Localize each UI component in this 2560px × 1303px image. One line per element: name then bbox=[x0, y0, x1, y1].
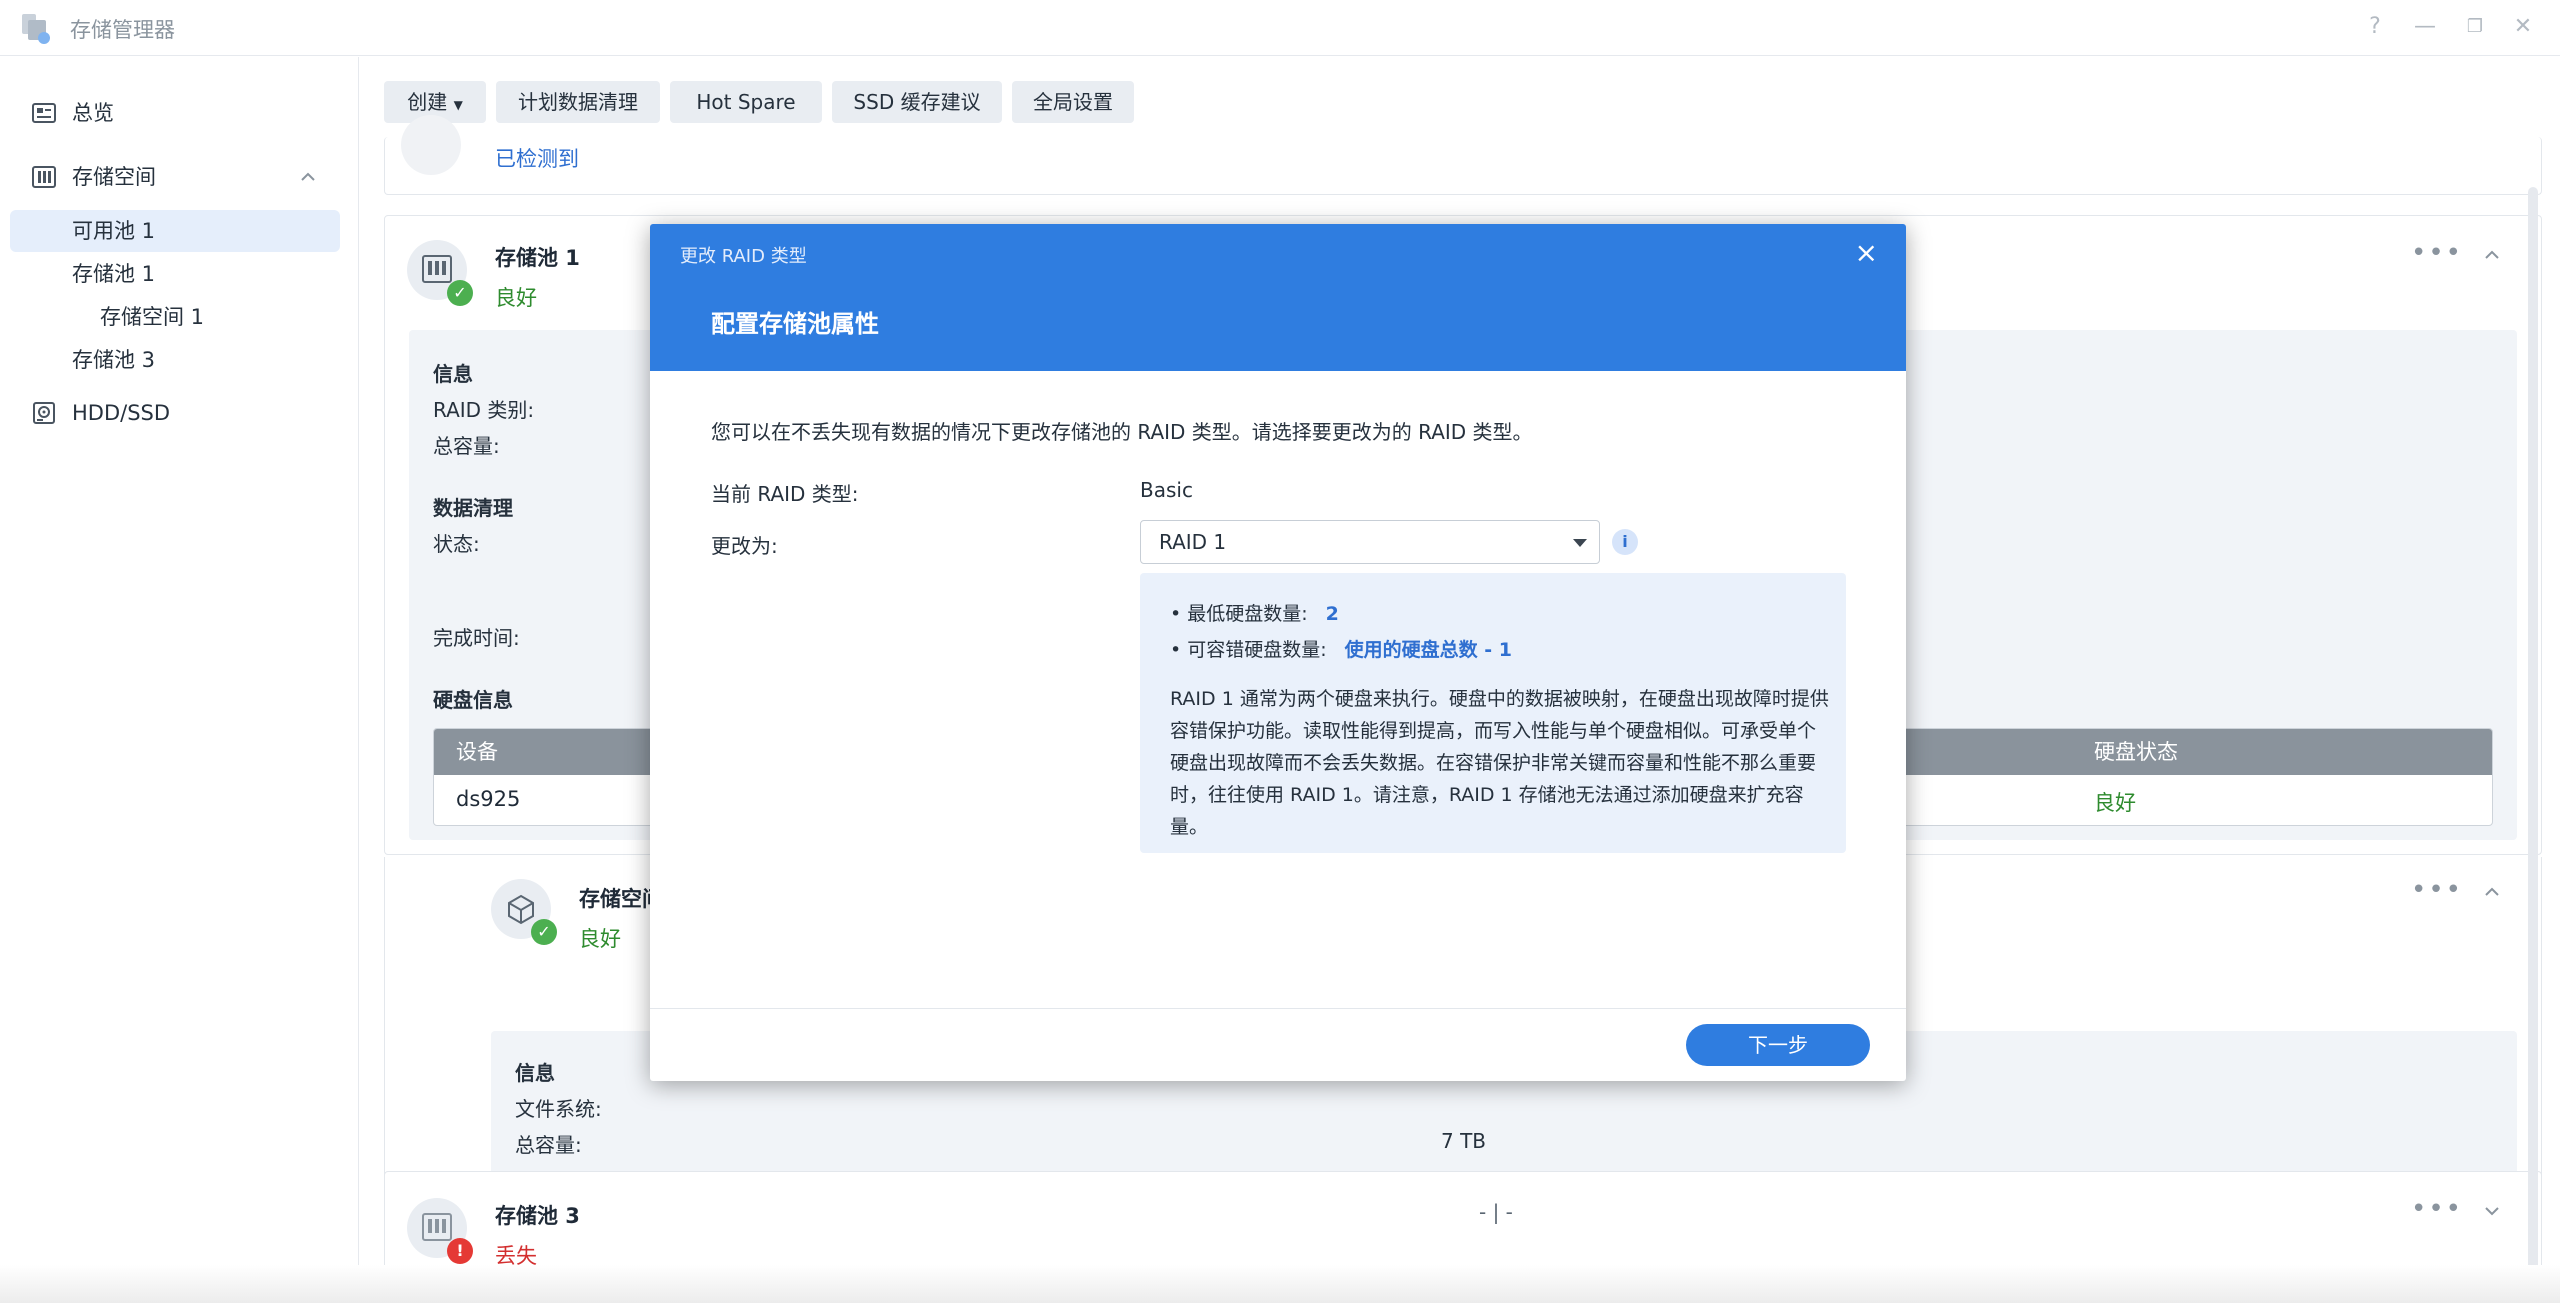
close-icon[interactable]: × bbox=[1855, 238, 1878, 268]
disk-info-heading: 硬盘信息 bbox=[433, 688, 513, 712]
min-disks-item: • 最低硬盘数量: 2 bbox=[1170, 603, 1339, 625]
detected-link[interactable]: 已检测到 bbox=[495, 143, 579, 173]
scrub-heading: 数据清理 bbox=[433, 496, 513, 520]
volume-1-status: 良好 bbox=[579, 927, 621, 951]
check-icon: ✓ bbox=[447, 280, 473, 306]
sidebar-item-volume-1[interactable]: 存储空间 1 bbox=[10, 296, 340, 338]
fault-tolerance-label: 可容错硬盘数量: bbox=[1187, 639, 1327, 661]
sidebar-item-label: HDD/SSD bbox=[72, 401, 171, 425]
sidebar-item-storage[interactable]: 存储空间 bbox=[10, 155, 340, 199]
pool-icon: ✓ bbox=[407, 240, 473, 306]
disk-status-cell: 良好 bbox=[2094, 791, 2136, 815]
pool-icon bbox=[401, 115, 461, 175]
capacity-value: 7 TB bbox=[1441, 1129, 1487, 1153]
change-to-label: 更改为: bbox=[711, 534, 778, 558]
sidebar-item-pool-1[interactable]: 存储池 1 bbox=[10, 253, 340, 295]
capacity-label: 总容量: bbox=[515, 1133, 582, 1157]
info-icon[interactable]: i bbox=[1612, 529, 1638, 555]
chevron-down-icon[interactable] bbox=[2481, 1200, 2503, 1222]
sidebar-item-label: 存储池 3 bbox=[72, 348, 156, 372]
available-pool-card: 已检测到 bbox=[384, 115, 2542, 195]
filesystem-label: 文件系统: bbox=[515, 1097, 602, 1121]
raid-type-select[interactable]: RAID 1 bbox=[1140, 520, 1600, 564]
chevron-up-icon[interactable] bbox=[2481, 244, 2503, 266]
fault-tolerance-item: • 可容错硬盘数量: 使用的硬盘总数 - 1 bbox=[1170, 639, 1512, 661]
pool-icon: ! bbox=[407, 1198, 473, 1264]
sidebar-item-label: 可用池 1 bbox=[72, 219, 156, 243]
raid-description: RAID 1 通常为两个硬盘来执行。硬盘中的数据被映射，在硬盘出现故障时提供容错… bbox=[1170, 688, 1829, 838]
raid-type-selected: RAID 1 bbox=[1159, 530, 1227, 554]
hot-spare-button[interactable]: Hot Spare bbox=[670, 81, 822, 123]
dialog-title: 更改 RAID 类型 bbox=[680, 246, 807, 267]
dialog-subtitle: 配置存储池属性 bbox=[711, 310, 879, 338]
storage-icon bbox=[32, 166, 56, 188]
raid-pool-icon bbox=[422, 1213, 452, 1241]
cube-icon bbox=[508, 894, 534, 925]
sidebar-item-available-pool-1[interactable]: 可用池 1 bbox=[10, 210, 340, 252]
chevron-down-icon bbox=[1573, 539, 1587, 547]
sidebar-item-overview[interactable]: 总览 bbox=[10, 91, 340, 135]
min-disks-value: 2 bbox=[1325, 603, 1339, 625]
pool-3-title: 存储池 3 bbox=[495, 1204, 580, 1228]
disk-status-column-header: 硬盘状态 bbox=[2094, 740, 2178, 764]
more-options-icon[interactable]: ••• bbox=[2411, 238, 2463, 268]
raid-info-box: • 最低硬盘数量: 2 • 可容错硬盘数量: 使用的硬盘总数 - 1 RAID 1 … bbox=[1140, 573, 1846, 853]
storage-manager-logo-icon bbox=[22, 14, 50, 44]
capacity-label: 总容量: bbox=[433, 434, 500, 458]
check-icon: ✓ bbox=[531, 919, 557, 945]
pool-1-status: 良好 bbox=[495, 286, 537, 310]
dialog-header: 更改 RAID 类型 × 配置存储池属性 bbox=[650, 224, 1906, 371]
device-column-header: 设备 bbox=[456, 740, 498, 764]
chevron-up-icon[interactable] bbox=[2481, 881, 2503, 903]
close-window-icon[interactable]: ✕ bbox=[2508, 12, 2538, 42]
sidebar-item-label: 存储空间 bbox=[72, 165, 156, 189]
ssd-cache-advice-button[interactable]: SSD 缓存建议 bbox=[832, 81, 1002, 123]
hdd-icon bbox=[33, 402, 55, 424]
sidebar-item-hdd-ssd[interactable]: HDD/SSD bbox=[10, 391, 340, 435]
sidebar: 总览 存储空间 可用池 1 存储池 1 存储空间 1 存储池 3 HDD/SSD bbox=[0, 57, 359, 1303]
create-label: 创建 bbox=[407, 90, 448, 114]
sidebar-item-pool-3[interactable]: 存储池 3 bbox=[10, 339, 340, 381]
info-heading: 信息 bbox=[433, 362, 473, 386]
title-bar: 存储管理器 ? — ❐ ✕ bbox=[0, 0, 2560, 56]
scrollbar[interactable] bbox=[2528, 187, 2538, 1297]
maximize-icon[interactable]: ❐ bbox=[2460, 12, 2490, 42]
current-raid-label: 当前 RAID 类型: bbox=[711, 482, 859, 506]
help-icon[interactable]: ? bbox=[2360, 12, 2390, 42]
volume-icon: ✓ bbox=[491, 879, 557, 945]
fault-tolerance-value: 使用的硬盘总数 - 1 bbox=[1344, 639, 1512, 661]
error-icon: ! bbox=[447, 1238, 473, 1264]
info-heading: 信息 bbox=[515, 1061, 555, 1085]
chevron-up-icon[interactable] bbox=[298, 167, 318, 187]
next-button[interactable]: 下一步 bbox=[1686, 1024, 1870, 1066]
state-label: 状态: bbox=[433, 532, 480, 556]
minimize-icon[interactable]: — bbox=[2410, 12, 2440, 42]
change-raid-dialog: 更改 RAID 类型 × 配置存储池属性 您可以在不丢失现有数据的情况下更改存储… bbox=[650, 224, 1906, 1081]
raid-pool-icon bbox=[422, 255, 452, 283]
app-title: 存储管理器 bbox=[70, 18, 175, 42]
sidebar-item-label: 存储空间 1 bbox=[100, 305, 205, 329]
dialog-description: 您可以在不丢失现有数据的情况下更改存储池的 RAID 类型。请选择要更改为的 R… bbox=[711, 420, 1533, 444]
sidebar-item-label: 总览 bbox=[72, 101, 114, 125]
current-raid-value: Basic bbox=[1140, 478, 1193, 502]
pool-1-title: 存储池 1 bbox=[495, 246, 580, 270]
global-settings-button[interactable]: 全局设置 bbox=[1012, 81, 1134, 123]
bottom-shade bbox=[0, 1265, 2560, 1303]
device-cell: ds925 bbox=[456, 787, 521, 811]
pool-3-summary: - | - bbox=[1479, 1200, 1513, 1224]
more-options-icon[interactable]: ••• bbox=[2411, 875, 2463, 905]
min-disks-label: 最低硬盘数量: bbox=[1187, 603, 1308, 625]
storage-manager-window: 存储管理器 ? — ❐ ✕ 总览 存储空间 可用池 1 存储池 1 存储空间 1… bbox=[0, 0, 2560, 1303]
dialog-footer-divider bbox=[650, 1008, 1906, 1009]
scheduled-scrub-button[interactable]: 计划数据清理 bbox=[496, 81, 660, 123]
raid-type-label: RAID 类别: bbox=[433, 398, 535, 422]
more-options-icon[interactable]: ••• bbox=[2411, 1194, 2463, 1224]
caret-down-icon: ▼ bbox=[453, 98, 463, 112]
finish-time-label: 完成时间: bbox=[433, 626, 520, 650]
overview-icon bbox=[32, 103, 56, 123]
sidebar-item-label: 存储池 1 bbox=[72, 262, 156, 286]
